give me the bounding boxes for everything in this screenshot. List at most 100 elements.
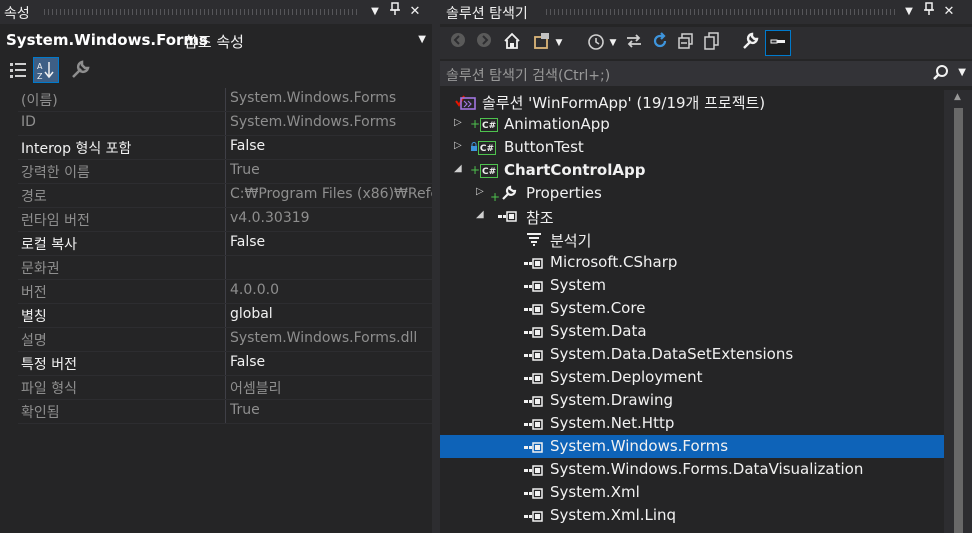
column-separator [225,376,226,399]
scrollbar-thumb[interactable] [954,108,963,533]
reference-icon [524,257,544,273]
references-node[interactable]: ◢ 참조 [440,205,944,228]
reference-item[interactable]: System.Xml.Linq [440,504,944,527]
reference-item[interactable]: System.Deployment [440,366,944,389]
show-all-files-icon[interactable] [700,31,724,55]
titlebar-grip[interactable] [546,9,898,15]
forward-icon[interactable] [472,31,496,55]
search-box[interactable]: 솔루션 탐색기 검색(Ctrl+;) ▼ [440,61,972,86]
property-value[interactable]: v4.0.30319 [230,210,432,226]
project-node[interactable]: ▷ + C# AnimationApp [440,113,944,136]
property-row[interactable]: 경로 C:₩Program Files (x86)₩Reference [18,184,432,208]
categorized-icon[interactable] [6,58,30,82]
reference-item[interactable]: System.Windows.Forms.DataVisualization [440,458,944,481]
close-icon[interactable]: ✕ [406,2,424,22]
property-row[interactable]: 문화권 [18,256,432,280]
reference-item[interactable]: System [440,274,944,297]
property-row[interactable]: 파일 형식 어셈블리 [18,376,432,400]
back-icon[interactable] [446,31,470,55]
collapsed-arrow-icon[interactable]: ▷ [454,140,462,151]
pin-icon[interactable] [386,2,404,22]
property-value[interactable]: True [230,162,432,178]
property-value[interactable]: 어셈블리 [230,378,432,398]
column-separator [225,256,226,279]
property-row[interactable]: 특정 버전 False [18,352,432,376]
expanded-arrow-icon[interactable]: ◢ [476,209,484,220]
property-row[interactable]: 별칭 global [18,304,432,328]
reference-item[interactable]: System.Data [440,320,944,343]
reference-item[interactable]: System.Core [440,297,944,320]
reference-item[interactable]: System.Drawing [440,389,944,412]
property-row[interactable]: 버전 4.0.0.0 [18,280,432,304]
property-row[interactable]: Interop 형식 포함 False [18,136,432,160]
property-value[interactable]: False [230,234,432,250]
csharp-badge: C# [480,164,499,178]
object-dropdown-icon[interactable]: ▼ [418,34,426,45]
reference-item[interactable]: System.Windows.Forms [440,435,944,458]
home-icon[interactable] [500,31,524,55]
property-row[interactable]: 설명 System.Windows.Forms.dll [18,328,432,352]
reference-item[interactable]: Microsoft.CSharp [440,251,944,274]
property-value[interactable]: System.Windows.Forms.dll [230,330,432,346]
column-separator [225,184,226,207]
property-value[interactable]: False [230,138,432,154]
properties-node[interactable]: ▷ + Properties [440,182,944,205]
references-label: 참조 [526,209,554,227]
alphabetical-icon[interactable]: AZ [33,57,59,83]
property-value[interactable]: System.Windows.Forms [230,90,432,106]
switch-views-dropdown-icon[interactable]: ▼ [552,31,566,55]
solution-explorer-panel: 솔루션 탐색기 ▼ ✕ ▼ ▼ 솔루션 탐색기 검색(Ctrl+;) ▼ 솔루션… [440,0,972,533]
pending-changes-dropdown-icon[interactable]: ▼ [606,31,620,55]
property-value[interactable]: False [230,354,432,370]
scroll-up-icon[interactable]: ▲ [954,92,961,102]
property-name: (이름) [21,93,58,109]
reference-label: System.Drawing [550,391,674,409]
collapse-all-icon[interactable] [674,31,698,55]
window-menu-dropdown-icon[interactable]: ▼ [900,2,918,22]
expanded-arrow-icon[interactable]: ◢ [454,163,462,174]
reference-item[interactable]: System.Net.Http [440,412,944,435]
sync-with-active-document-icon[interactable] [622,31,646,55]
property-row[interactable]: 강력한 이름 True [18,160,432,184]
pending-changes-clock-icon[interactable] [584,31,608,55]
property-value[interactable]: True [230,402,432,418]
collapsed-arrow-icon[interactable]: ▷ [476,186,484,197]
references-icon [498,210,518,226]
analyzer-node[interactable]: 분석기 [440,228,944,251]
tree-scrollbar[interactable]: ▲ [944,90,972,533]
project-node[interactable]: ◢ + C# ChartControlApp [440,159,944,182]
pin-icon[interactable] [920,2,938,22]
csharp-badge: C# [480,118,499,132]
properties-wrench-icon[interactable] [738,31,762,55]
collapsed-arrow-icon[interactable]: ▷ [454,117,462,128]
property-value[interactable]: 4.0.0.0 [230,282,432,298]
search-icon[interactable] [932,64,950,86]
project-node[interactable]: ▷ C# ButtonTest [440,136,944,159]
property-row[interactable]: 로컬 복사 False [18,232,432,256]
property-row[interactable]: 런타임 버전 v4.0.30319 [18,208,432,232]
reference-item[interactable]: System.Xml [440,481,944,504]
reference-item[interactable]: System.Data.DataSetExtensions [440,343,944,366]
search-input[interactable]: 솔루션 탐색기 검색(Ctrl+;) [446,65,610,85]
panel-splitter[interactable] [432,0,440,533]
reference-label: System.Windows.Forms.DataVisualization [550,460,864,478]
object-selector[interactable]: System.Windows.Forms 참조 속성 ▼ [0,28,432,53]
close-icon[interactable]: ✕ [940,2,958,22]
reference-label: System.Net.Http [550,414,675,432]
titlebar-grip[interactable] [44,9,358,15]
project-label: AnimationApp [504,115,610,133]
property-value[interactable]: System.Windows.Forms [230,114,432,130]
property-pages-wrench-icon[interactable] [68,58,92,82]
property-row[interactable]: ID System.Windows.Forms [18,112,432,136]
switch-views-icon[interactable] [530,31,554,55]
property-row[interactable]: 확인됨 True [18,400,432,424]
property-value[interactable]: C:₩Program Files (x86)₩Reference [230,186,432,202]
property-name: 런타임 버전 [21,213,90,229]
refresh-icon[interactable] [648,31,672,55]
property-row[interactable]: (이름) System.Windows.Forms [18,88,432,112]
window-menu-dropdown-icon[interactable]: ▼ [366,2,384,22]
property-value[interactable]: global [230,306,432,322]
search-options-dropdown-icon[interactable]: ▼ [958,67,966,78]
solution-node[interactable]: 솔루션 'WinFormApp' (19/19개 프로젝트) [440,90,944,113]
preview-selected-items-icon[interactable] [765,30,791,56]
